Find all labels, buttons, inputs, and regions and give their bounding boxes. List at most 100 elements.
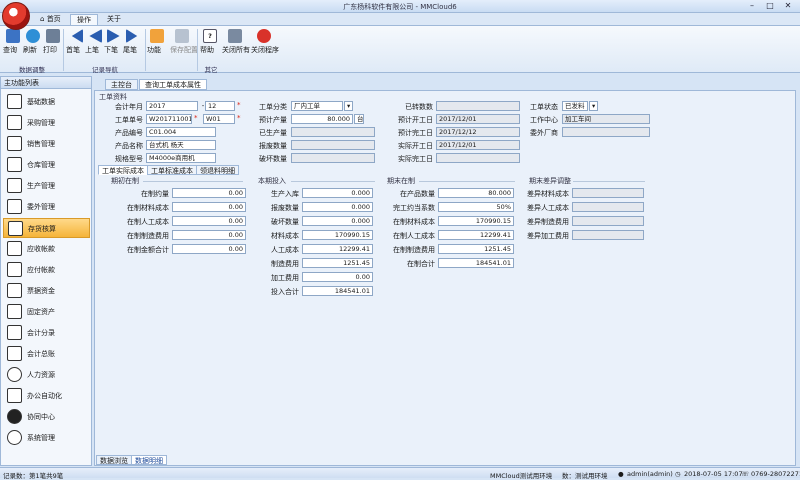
period-row-value[interactable]: 170990.15: [302, 230, 373, 240]
ending-row-value[interactable]: 184541.01: [438, 258, 514, 268]
sidebar-item-oa[interactable]: 办公自动化: [3, 386, 90, 406]
refresh-button[interactable]: 刷新: [23, 29, 43, 54]
type-select[interactable]: 厂内工单: [291, 101, 343, 111]
damage-input[interactable]: [291, 153, 375, 163]
sidebar-item-payable[interactable]: 应付帐款: [3, 260, 90, 280]
transfer-input[interactable]: [436, 101, 520, 111]
ending-row-value[interactable]: 80.000: [438, 188, 514, 198]
sidebar-item-collab[interactable]: 协同中心: [3, 407, 90, 427]
tab-data-detail[interactable]: 数据明细: [131, 455, 167, 465]
status-select[interactable]: 已发料: [562, 101, 588, 111]
tab-actual-cost[interactable]: 工单实际成本: [98, 165, 148, 175]
opening-row-value[interactable]: 0.00: [172, 202, 246, 212]
chevron-down-icon[interactable]: ▾: [344, 101, 353, 111]
save-config-button[interactable]: 保存配置: [170, 29, 198, 54]
group-record-nav: 记录导航: [92, 66, 118, 74]
sidebar-item-receivable[interactable]: 应收帐款: [3, 239, 90, 259]
opening-row-value[interactable]: 0.00: [172, 216, 246, 226]
ending-row-value[interactable]: 50%: [438, 202, 514, 212]
opening-row-value[interactable]: 0.00: [172, 188, 246, 198]
variance-row-value[interactable]: [572, 202, 644, 212]
next-record-button[interactable]: 下笔: [104, 29, 124, 54]
close-icon[interactable]: ✕: [780, 1, 796, 11]
chevron-down-icon[interactable]: ▾: [589, 101, 598, 111]
outsource-icon: [7, 199, 22, 214]
product-no-input[interactable]: C01.004: [146, 127, 216, 137]
actual-start-input[interactable]: 2017/12/01: [436, 140, 520, 150]
period-row-value[interactable]: 184541.01: [302, 286, 373, 296]
period-row-value[interactable]: 0.000: [302, 188, 373, 198]
sidebar-item-sales[interactable]: 销售管理: [3, 134, 90, 154]
sidebar-item-outsource[interactable]: 委外管理: [3, 197, 90, 217]
order-suffix-input[interactable]: W01: [203, 114, 235, 124]
tab-standard-cost[interactable]: 工单标准成本: [147, 165, 197, 175]
unit-input[interactable]: 台: [354, 114, 364, 124]
vendor-input[interactable]: [562, 127, 650, 137]
tab-cost-query[interactable]: 查询工单成本属性: [139, 79, 207, 90]
plan-finish-input[interactable]: 2017/12/12: [436, 127, 520, 137]
variance-row-value[interactable]: [572, 216, 644, 226]
sidebar-item-system[interactable]: 系统管理: [3, 428, 90, 448]
tab-console[interactable]: 主控台: [105, 79, 138, 90]
function-button[interactable]: 功能: [147, 29, 167, 54]
plan-start-input[interactable]: 2017/12/01: [436, 114, 520, 124]
period-row-value[interactable]: 1251.45: [302, 258, 373, 268]
sidebar-item-journal[interactable]: 会计分录: [3, 323, 90, 343]
sidebar-item-warehouse[interactable]: 仓库管理: [3, 155, 90, 175]
tab-data-browse[interactable]: 数据浏览: [96, 455, 132, 465]
variance-row-value[interactable]: [572, 188, 644, 198]
sidebar-item-ledger[interactable]: 会计总账: [3, 344, 90, 364]
tab-operate[interactable]: 操作: [70, 14, 98, 25]
opening-row-value[interactable]: 0.00: [172, 230, 246, 240]
exit-app-button[interactable]: 关闭程序: [251, 29, 279, 54]
period-row-value[interactable]: 0.000: [302, 216, 373, 226]
function-icon: [150, 29, 164, 43]
actual-finish-input[interactable]: [436, 153, 520, 163]
maximize-icon[interactable]: □: [762, 1, 778, 11]
period-row-value[interactable]: 12299.41: [302, 244, 373, 254]
tab-about[interactable]: 关于: [101, 14, 127, 25]
center-input[interactable]: 加工车间: [562, 114, 650, 124]
period-row-value[interactable]: 0.00: [302, 272, 373, 282]
close-all-label: 关闭所有: [222, 46, 250, 54]
month-input[interactable]: 12: [205, 101, 235, 111]
minimize-icon[interactable]: –: [744, 1, 760, 11]
sidebar-item-fixed-assets[interactable]: 固定资产: [3, 302, 90, 322]
help-button[interactable]: ? 帮助: [200, 29, 220, 54]
period-row-value[interactable]: 0.000: [302, 202, 373, 212]
tab-home[interactable]: ⌂ 首页: [34, 14, 67, 25]
status-label: 工单状态: [530, 103, 558, 111]
sidebar-item-hr[interactable]: 人力资源: [3, 365, 90, 385]
order-no-input[interactable]: W2017110011: [146, 114, 192, 124]
variance-row-value[interactable]: [572, 230, 644, 240]
produced-input[interactable]: [291, 127, 375, 137]
print-button[interactable]: 打印: [43, 29, 63, 54]
sidebar-item-production[interactable]: 生产管理: [3, 176, 90, 196]
sidebar-item-inventory-costing[interactable]: 存货核算: [3, 218, 90, 238]
sidebar-item-bills[interactable]: 票据资金: [3, 281, 90, 301]
exit-label: 关闭程序: [251, 46, 279, 54]
phone-icon: ☏: [741, 470, 750, 478]
ending-row-value[interactable]: 1251.45: [438, 244, 514, 254]
ending-row-value[interactable]: 170990.15: [438, 216, 514, 226]
plan-qty-input[interactable]: 80.000: [291, 114, 353, 124]
print-label: 打印: [43, 46, 57, 54]
scrap-input[interactable]: [291, 140, 375, 150]
close-all-button[interactable]: 关闭所有: [222, 29, 250, 54]
sidebar-item-purchase[interactable]: 采购管理: [3, 113, 90, 133]
print-icon: [46, 29, 60, 43]
opening-row-value[interactable]: 0.00: [172, 244, 246, 254]
last-record-button[interactable]: 尾笔: [123, 29, 143, 54]
grid-icon: [8, 221, 23, 236]
year-input[interactable]: 2017: [146, 101, 198, 111]
ending-row-value[interactable]: 12299.41: [438, 230, 514, 240]
tab-material-detail[interactable]: 领退料明细: [196, 165, 239, 175]
sidebar-item-basic[interactable]: 基础数据: [3, 92, 90, 112]
prev-record-button[interactable]: 上笔: [85, 29, 105, 54]
spec-input[interactable]: M4000e商用机: [146, 153, 216, 163]
app-logo-icon[interactable]: [2, 2, 30, 30]
sidebar-item-label: 会计总账: [27, 350, 55, 358]
query-button[interactable]: 查询: [3, 29, 23, 54]
product-name-input[interactable]: 台式机 杨天: [146, 140, 216, 150]
first-record-button[interactable]: 首笔: [66, 29, 86, 54]
